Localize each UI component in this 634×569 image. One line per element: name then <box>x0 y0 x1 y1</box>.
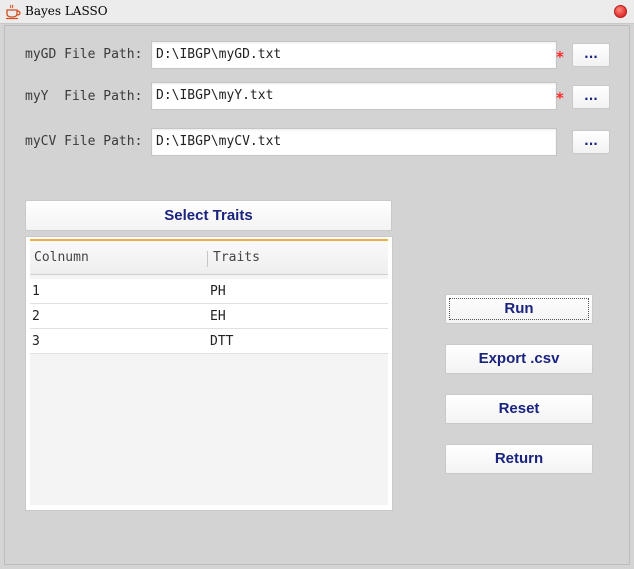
table-row[interactable]: 1 PH <box>30 279 388 304</box>
run-button[interactable]: Run <box>445 294 593 324</box>
table-header: Colnumn Traits <box>30 241 388 275</box>
focus-ring <box>449 298 589 320</box>
table-row[interactable]: 3 DTT <box>30 329 388 354</box>
column-divider[interactable] <box>207 251 208 267</box>
mycv-path-field[interactable]: D:\IBGP\myCV.txt <box>151 128 557 156</box>
traits-table-panel: Colnumn Traits 1 PH 2 EH 3 DTT <box>25 236 393 511</box>
myy-path-field[interactable]: D:\IBGP\myY.txt <box>151 82 557 110</box>
row-colnumn: 1 <box>32 284 40 299</box>
mycv-browse-button[interactable]: ... <box>572 130 610 154</box>
mygd-browse-button[interactable]: ... <box>572 43 610 67</box>
mygd-path-field[interactable]: D:\IBGP\myGD.txt <box>151 41 557 69</box>
window-title: Bayes LASSO <box>25 4 108 18</box>
title-bar: Bayes LASSO <box>0 0 634 24</box>
row-trait: PH <box>210 284 226 299</box>
mycv-label: myCV File Path: <box>25 134 143 149</box>
coffee-cup-icon <box>5 4 21 20</box>
myy-browse-button[interactable]: ... <box>572 85 610 109</box>
row-trait: DTT <box>210 334 234 349</box>
row-colnumn: 3 <box>32 334 40 349</box>
myy-required-marker: * <box>556 89 564 107</box>
table-row[interactable]: 2 EH <box>30 304 388 329</box>
column-header-traits[interactable]: Traits <box>213 241 260 275</box>
column-header-colnumn[interactable]: Colnumn <box>34 241 89 275</box>
traits-table: Colnumn Traits 1 PH 2 EH 3 DTT <box>30 239 388 505</box>
return-button[interactable]: Return <box>445 444 593 474</box>
mygd-label: myGD File Path: <box>25 47 143 62</box>
reset-button[interactable]: Reset <box>445 394 593 424</box>
mygd-required-marker: * <box>556 48 564 66</box>
row-trait: EH <box>210 309 226 324</box>
export-csv-button[interactable]: Export .csv <box>445 344 593 374</box>
myy-label: myY File Path: <box>25 89 143 104</box>
row-colnumn: 2 <box>32 309 40 324</box>
close-icon[interactable] <box>614 5 627 18</box>
select-traits-button[interactable]: Select Traits <box>25 200 392 231</box>
